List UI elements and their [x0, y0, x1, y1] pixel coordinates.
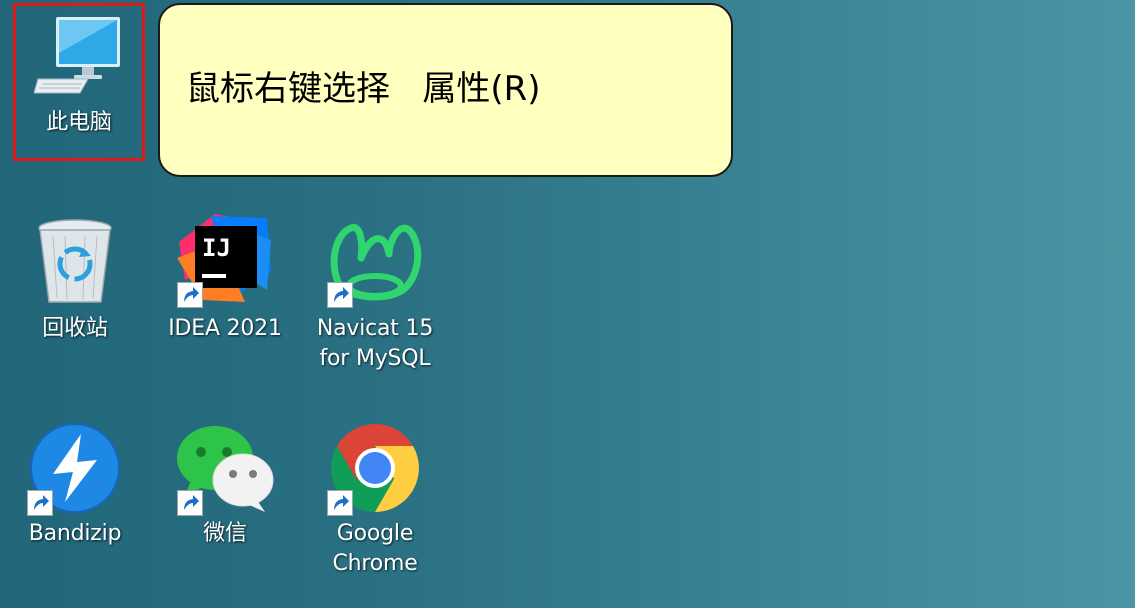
svg-text:IJ: IJ: [202, 234, 231, 262]
callout-text: 鼠标右键选择 属性(R): [186, 69, 541, 109]
bandizip-label: Bandizip: [28, 521, 122, 546]
instruction-callout: 鼠标右键选择 属性(R): [158, 3, 733, 177]
shortcut-arrow-icon: [177, 490, 203, 516]
chrome-shortcut[interactable]: Google Chrome: [309, 420, 441, 590]
idea-label: IDEA 2021: [168, 316, 282, 341]
highlight-box: [13, 3, 145, 161]
bandizip-shortcut[interactable]: Bandizip: [9, 420, 141, 560]
shortcut-arrow-icon: [327, 282, 353, 308]
shortcut-arrow-icon: [177, 282, 203, 308]
wechat-shortcut[interactable]: 微信: [159, 420, 291, 560]
chrome-label: Google Chrome: [332, 521, 418, 576]
navicat-label: Navicat 15 for MySQL: [316, 316, 434, 371]
shortcut-arrow-icon: [27, 490, 53, 516]
recycle-bin-label: 回收站: [42, 316, 108, 341]
shortcut-arrow-icon: [327, 490, 353, 516]
recycle-bin-icon: [38, 219, 112, 303]
navicat-shortcut[interactable]: Navicat 15 for MySQL: [309, 212, 441, 382]
wechat-label: 微信: [203, 521, 247, 546]
recycle-bin-shortcut[interactable]: 回收站: [9, 212, 141, 352]
idea-shortcut[interactable]: IJ IDEA 2021: [159, 212, 291, 352]
